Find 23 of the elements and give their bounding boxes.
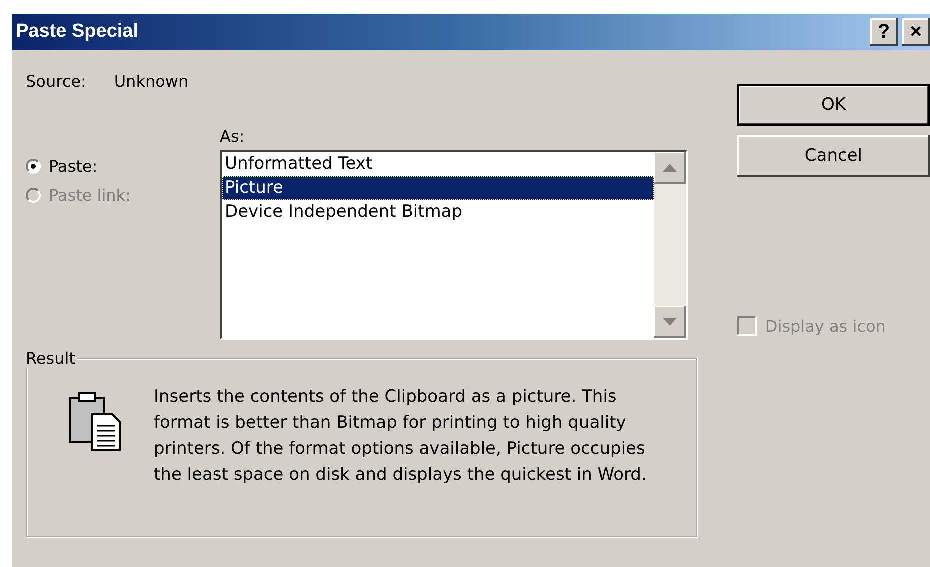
scroll-down-button[interactable] — [654, 306, 686, 338]
down-arrow-icon — [663, 318, 677, 326]
result-description: Inserts the contents of the Clipboard as a picture. This format is better than Bitmap for printing to high quality printers. Of the format options available, Picture occupies the least space on disk and displays the quickest in Word. — [154, 386, 648, 487]
as-label: As: — [220, 127, 246, 146]
source-value: Unknown — [114, 72, 189, 91]
clipboard-icon — [68, 392, 124, 452]
checkbox-label: Display as icon — [765, 316, 886, 336]
dialog-button[interactable]: OK — [737, 84, 930, 126]
up-arrow-icon — [663, 164, 677, 172]
list-item[interactable]: Device Independent Bitmap — [222, 200, 654, 224]
window-title: Paste Special — [16, 21, 140, 43]
radio-label: Paste: — [49, 157, 98, 176]
title-bar-button[interactable]: × — [902, 18, 930, 46]
radio-label: Paste link: — [49, 186, 131, 205]
title-bar-button[interactable]: ? — [870, 18, 898, 46]
scroll-up-button[interactable] — [654, 152, 686, 184]
list-item[interactable]: Picture — [222, 176, 654, 200]
source-label: Source: — [26, 72, 86, 91]
dialog-button[interactable]: Cancel — [737, 135, 930, 177]
list-item[interactable]: Unformatted Text — [222, 152, 654, 176]
group-title: Result — [26, 349, 78, 368]
radio-button[interactable] — [26, 159, 41, 174]
format-list[interactable]: Unformatted Text Picture Device Independent Bitmap — [220, 150, 688, 340]
